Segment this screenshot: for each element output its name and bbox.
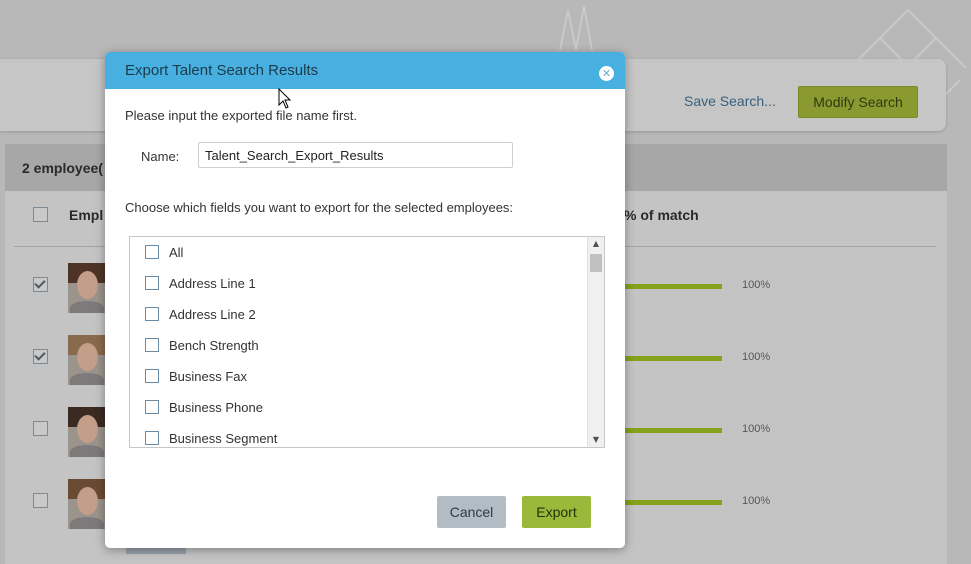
fields-instruction: Choose which fields you want to export f… [125, 200, 514, 215]
close-icon[interactable]: ✕ [599, 66, 614, 81]
avatar [68, 263, 106, 313]
field-checkbox[interactable] [145, 369, 159, 383]
field-label: Business Phone [169, 399, 263, 415]
select-all-checkbox[interactable] [33, 207, 48, 222]
avatar [68, 335, 106, 385]
modify-search-button[interactable]: Modify Search [798, 86, 918, 118]
scrollbar-thumb[interactable] [590, 254, 602, 272]
export-dialog: Export Talent Search Results ✕ Please in… [105, 52, 625, 548]
scroll-up-arrow-icon[interactable]: ▲ [588, 237, 604, 251]
field-list[interactable]: All Address Line 1 Address Line 2 Bench … [129, 236, 605, 448]
field-checkbox[interactable] [145, 400, 159, 414]
field-label: Business Segment [169, 430, 278, 446]
row-checkbox[interactable] [33, 493, 48, 508]
field-label: Business Fax [169, 368, 248, 384]
field-option-bench-strength[interactable]: Bench Strength [145, 335, 259, 355]
field-option-business-fax[interactable]: Business Fax [145, 366, 247, 386]
match-bar [614, 356, 722, 361]
match-percent: 100% [742, 279, 771, 291]
row-checkbox[interactable] [33, 349, 48, 364]
column-header-match[interactable]: % of match [624, 207, 699, 223]
field-checkbox[interactable] [145, 431, 159, 445]
avatar [68, 479, 106, 529]
match-bar [614, 428, 722, 433]
name-label: Name: [141, 149, 180, 164]
field-checkbox[interactable] [145, 338, 159, 352]
row-checkbox[interactable] [33, 421, 48, 436]
dialog-title: Export Talent Search Results [125, 62, 319, 79]
scroll-down-arrow-icon[interactable]: ▼ [588, 433, 604, 447]
match-bar [614, 500, 722, 505]
field-option-address-line-2[interactable]: Address Line 2 [145, 304, 256, 324]
row-checkbox[interactable] [33, 277, 48, 292]
field-option-business-segment[interactable]: Business Segment [145, 428, 278, 447]
field-list-scrollbar[interactable]: ▲ ▼ [587, 237, 604, 447]
file-name-instruction: Please input the exported file name firs… [125, 108, 357, 123]
field-label: Address Line 1 [169, 275, 256, 291]
export-button[interactable]: Export [522, 496, 591, 528]
field-option-all[interactable]: All [145, 242, 183, 262]
save-search-link[interactable]: Save Search... [684, 93, 776, 109]
match-bar [614, 284, 722, 289]
results-count: 2 employee( [22, 160, 103, 176]
field-label: All [169, 244, 184, 260]
field-label: Bench Strength [169, 337, 259, 353]
column-header-employee[interactable]: Empl [69, 207, 103, 223]
field-label: Address Line 2 [169, 306, 256, 322]
field-checkbox[interactable] [145, 276, 159, 290]
mouse-cursor-icon [278, 88, 292, 109]
field-option-business-phone[interactable]: Business Phone [145, 397, 263, 417]
field-checkbox[interactable] [145, 307, 159, 321]
dialog-header: Export Talent Search Results ✕ [105, 52, 625, 89]
field-option-address-line-1[interactable]: Address Line 1 [145, 273, 256, 293]
match-percent: 100% [742, 351, 771, 363]
cancel-button[interactable]: Cancel [437, 496, 506, 528]
match-percent: 100% [742, 495, 771, 507]
avatar [68, 407, 106, 457]
field-checkbox[interactable] [145, 245, 159, 259]
file-name-input[interactable] [198, 142, 513, 168]
match-percent: 100% [742, 423, 771, 435]
